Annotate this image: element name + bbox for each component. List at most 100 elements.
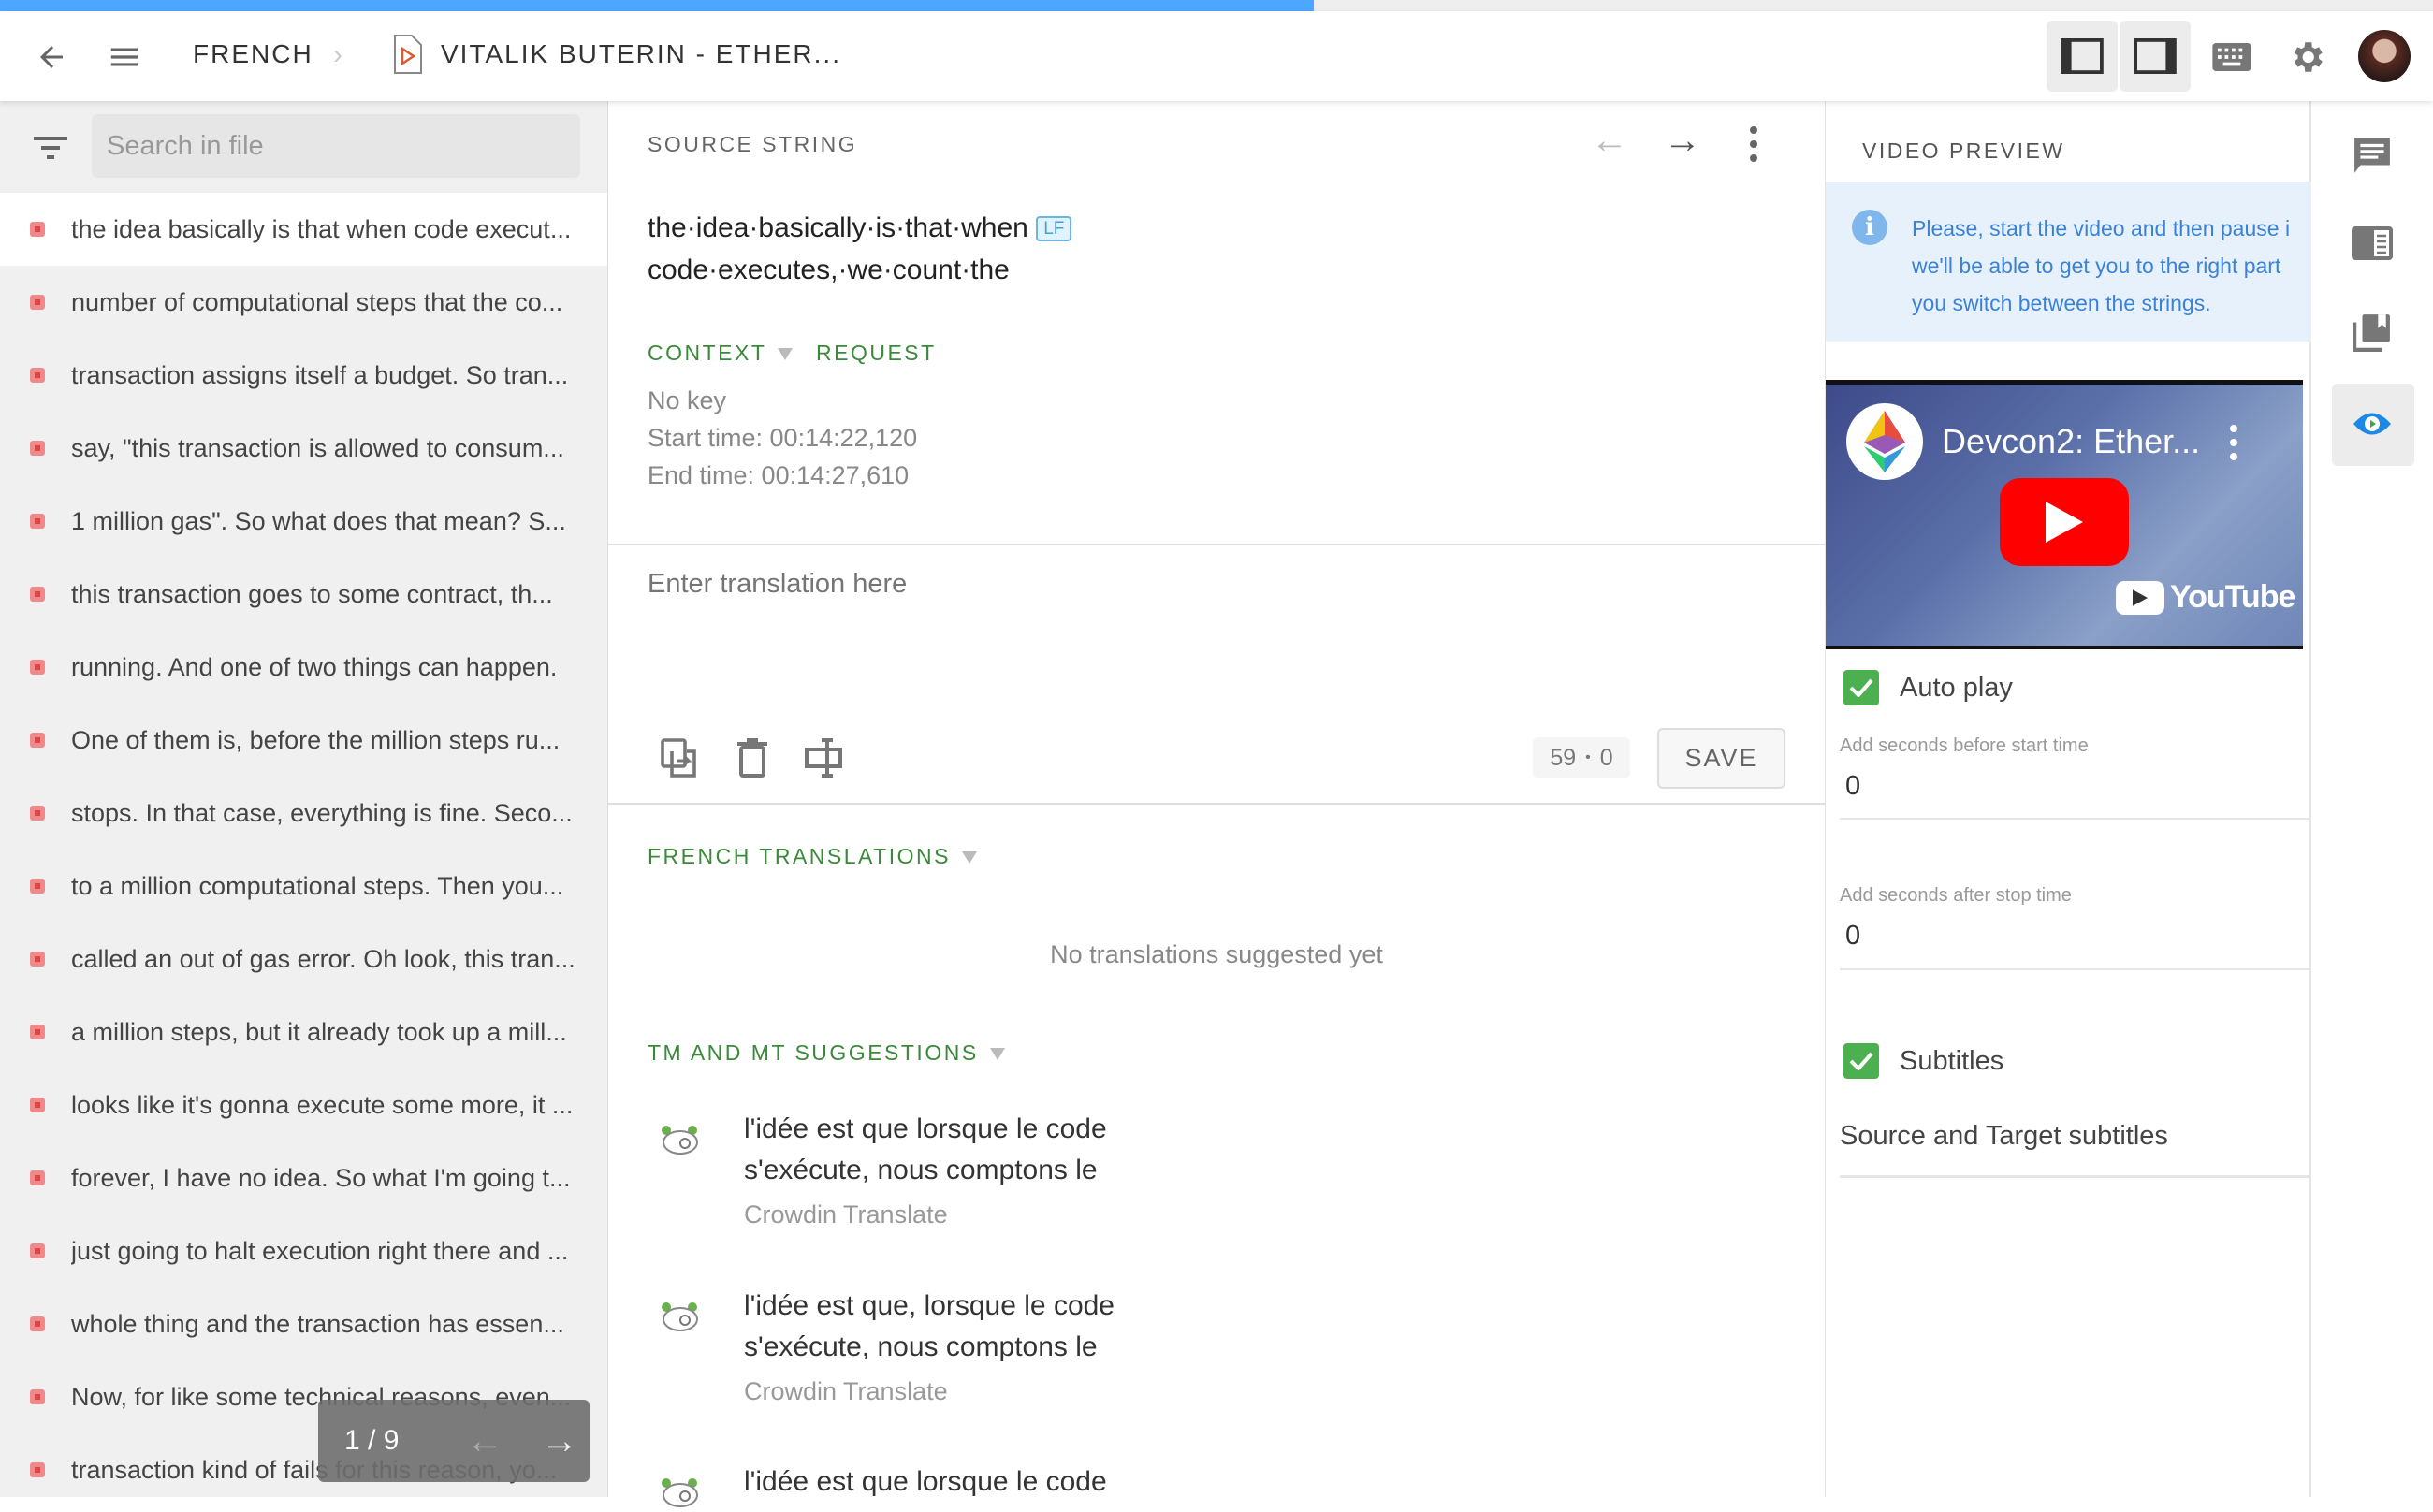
string-list-item[interactable]: One of them is, before the million steps… xyxy=(0,704,607,777)
prev-string-arrow-icon[interactable]: ← xyxy=(1591,120,1628,162)
youtube-label: YouTube xyxy=(2170,579,2295,615)
after-stop-input[interactable]: 0 xyxy=(1845,921,1860,952)
string-list-item[interactable]: called an out of gas error. Oh look, thi… xyxy=(0,923,607,996)
string-list-item[interactable]: just going to halt execution right there… xyxy=(0,1214,607,1287)
next-string-arrow-icon[interactable]: → xyxy=(1664,120,1701,162)
subtitles-checkbox[interactable]: Subtitles xyxy=(1843,1043,2003,1079)
string-preview: to a million computational steps. Then y… xyxy=(71,871,564,900)
prev-page-arrow-icon[interactable]: ← xyxy=(466,1420,503,1462)
suggestion-text-line[interactable]: l'idée est que, lorsque le code xyxy=(744,1290,1115,1322)
string-preview: looks like it's gonna execute some more,… xyxy=(71,1090,574,1119)
untranslated-status-icon xyxy=(30,1170,45,1185)
tm-mt-suggestions-header[interactable]: TM AND MT SUGGESTIONS xyxy=(648,1040,1005,1066)
next-page-arrow-icon[interactable]: → xyxy=(541,1420,578,1462)
search-input[interactable] xyxy=(92,114,580,178)
video-more-icon[interactable] xyxy=(2228,424,2239,466)
progress-bar xyxy=(0,0,2433,11)
layout-left-button[interactable] xyxy=(2047,21,2118,92)
untranslated-status-icon xyxy=(30,295,45,310)
string-preview: say, "this transaction is allowed to con… xyxy=(71,433,564,462)
info-icon: i xyxy=(1852,210,1887,245)
context-tab-label: CONTEXT xyxy=(648,341,767,365)
top-bar: FRENCH › VITALIK BUTERIN - ETHER... xyxy=(0,11,2433,101)
back-arrow-icon[interactable] xyxy=(28,34,75,80)
translation-input[interactable] xyxy=(648,569,1799,700)
autoplay-checkbox[interactable]: Auto play xyxy=(1843,670,2013,705)
suggestion-text-line[interactable]: l'idée est que lorsque le code xyxy=(744,1466,1107,1498)
string-list-item[interactable]: number of computational steps that the c… xyxy=(0,266,607,339)
suggestion-text-line[interactable]: l'idée est que lorsque le code xyxy=(744,1113,1107,1145)
string-list-item[interactable]: to a million computational steps. Then y… xyxy=(0,850,607,923)
breadcrumb-language[interactable]: FRENCH xyxy=(193,39,313,69)
untranslated-status-icon xyxy=(30,222,45,237)
after-stop-label: Add seconds after stop time xyxy=(1840,885,2072,906)
string-list-item[interactable]: whole thing and the transaction has esse… xyxy=(0,1287,607,1360)
untranslated-status-icon xyxy=(30,1389,45,1404)
chevron-right-icon: › xyxy=(333,39,342,70)
string-list-item[interactable]: stops. In that case, everything is fine.… xyxy=(0,777,607,850)
page-indicator: 1 / 9 xyxy=(344,1425,400,1456)
source-string-label: SOURCE STRING xyxy=(648,132,858,156)
request-tab[interactable]: REQUEST xyxy=(816,341,937,366)
comments-icon[interactable] xyxy=(2339,123,2405,188)
more-options-icon[interactable] xyxy=(1744,125,1763,167)
video-preview-label: VIDEO PREVIEW xyxy=(1862,138,2065,163)
suggestion-text-line[interactable]: s'exécute, nous comptons le xyxy=(744,1155,1098,1186)
caret-down-icon xyxy=(961,851,977,865)
string-preview: stops. In that case, everything is fine.… xyxy=(71,798,573,827)
suggestion-source: Crowdin Translate xyxy=(744,1377,948,1405)
glossary-icon[interactable] xyxy=(2339,299,2405,365)
untranslated-status-icon xyxy=(30,660,45,675)
gear-icon[interactable] xyxy=(2283,34,2330,80)
menu-icon[interactable] xyxy=(101,34,148,80)
target-char-count: 0 xyxy=(1599,744,1613,771)
source-text: the·idea·basically·is·that·when xyxy=(648,212,1028,243)
end-time: End time: 00:14:27,610 xyxy=(648,461,910,489)
avatar[interactable] xyxy=(2358,30,2411,82)
untranslated-status-icon xyxy=(30,952,45,967)
string-list-item[interactable]: looks like it's gonna execute some more,… xyxy=(0,1069,607,1141)
filter-icon[interactable] xyxy=(34,135,67,167)
file-title: VITALIK BUTERIN - ETHER... xyxy=(441,39,841,68)
string-list-item[interactable]: say, "this transaction is allowed to con… xyxy=(0,412,607,485)
string-preview: called an out of gas error. Oh look, thi… xyxy=(71,944,575,973)
subtitles-mode-select[interactable]: Source and Target subtitles xyxy=(1840,1121,2168,1152)
video-player[interactable]: Devcon2: Ether... YouTube xyxy=(1826,380,2303,649)
divider xyxy=(608,803,1825,805)
source-text-line-1: the·idea·basically·is·that·when LF xyxy=(648,212,1072,244)
string-list-item[interactable]: forever, I have no idea. So what I'm goi… xyxy=(0,1141,607,1214)
untranslated-status-icon xyxy=(30,1243,45,1258)
checkbox-checked-icon xyxy=(1843,1043,1879,1079)
string-list-item[interactable]: running. And one of two things can happe… xyxy=(0,631,607,704)
terms-icon[interactable] xyxy=(2339,211,2405,276)
play-button[interactable] xyxy=(2000,478,2129,566)
split-text-icon[interactable] xyxy=(805,738,844,782)
string-preview: One of them is, before the million steps… xyxy=(71,725,561,754)
keyboard-icon[interactable] xyxy=(2208,34,2255,80)
string-list-item[interactable]: transaction assigns itself a budget. So … xyxy=(0,339,607,412)
suggestion-text-line[interactable]: s'exécute, nous comptons le xyxy=(744,1331,1098,1363)
string-list-item[interactable]: this transaction goes to some contract, … xyxy=(0,558,607,631)
layout-right-button[interactable] xyxy=(2120,21,2191,92)
string-list-item[interactable]: 1 million gas". So what does that mean? … xyxy=(0,485,607,558)
youtube-logo[interactable]: YouTube xyxy=(2116,579,2295,616)
autoplay-label: Auto play xyxy=(1900,672,2013,703)
input-underline xyxy=(1840,968,2311,970)
crowdin-translate-icon xyxy=(661,1477,700,1507)
separator-dot: • xyxy=(1585,749,1591,765)
clear-trash-icon[interactable] xyxy=(737,738,767,782)
untranslated-status-icon xyxy=(30,806,45,821)
no-translations-message: No translations suggested yet xyxy=(1050,940,1383,968)
save-button[interactable]: SAVE xyxy=(1657,728,1785,789)
context-tab[interactable]: CONTEXT xyxy=(648,341,794,366)
before-start-input[interactable]: 0 xyxy=(1845,771,1860,802)
french-translations-header[interactable]: FRENCH TRANSLATIONS xyxy=(648,844,977,869)
string-preview: whole thing and the transaction has esse… xyxy=(71,1309,564,1338)
string-list-item[interactable]: a million steps, but it already took up … xyxy=(0,996,607,1069)
untranslated-status-icon xyxy=(30,1098,45,1112)
string-list-item[interactable]: the idea basically is that when code exe… xyxy=(0,193,607,266)
video-preview-icon[interactable] xyxy=(2339,391,2405,457)
layout-left-icon xyxy=(2061,38,2104,74)
strings-sidebar: the idea basically is that when code exe… xyxy=(0,101,608,1497)
copy-source-icon[interactable] xyxy=(661,738,698,782)
